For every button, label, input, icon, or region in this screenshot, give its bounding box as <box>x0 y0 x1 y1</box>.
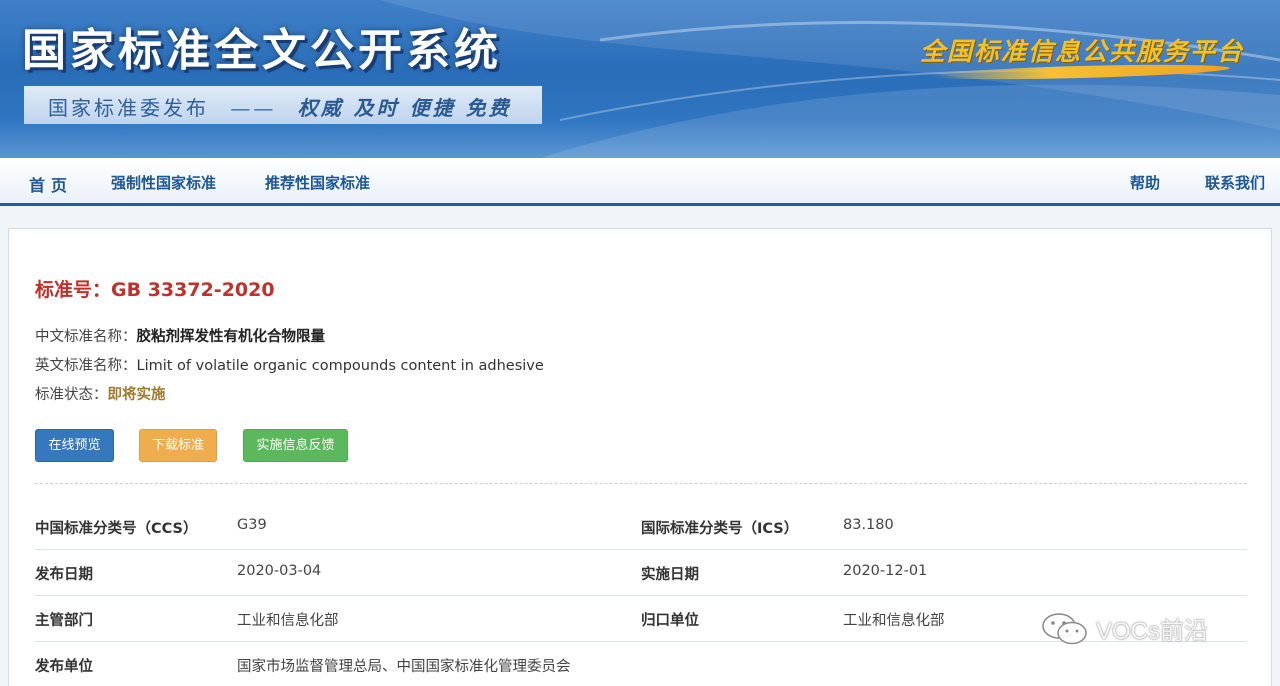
platform-name: 全国标准信息公共服务平台 <box>920 37 1245 66</box>
nav-mandatory-standards[interactable]: 强制性国家标准 <box>111 172 216 193</box>
standard-number-label: 标准号： <box>35 279 112 301</box>
online-preview-button[interactable]: 在线预览 <box>35 429 114 462</box>
slogan-tagline: 权威 及时 便捷 免费 <box>297 96 512 120</box>
cn-name-line: 中文标准名称：胶粘剂挥发性有机化合物限量 <box>35 325 325 346</box>
en-name-label: 英文标准名称： <box>35 358 137 374</box>
en-name-line: 英文标准名称：Limit of volatile organic compoun… <box>35 354 544 375</box>
detail-label: 国际标准分类号（ICS） <box>641 521 799 537</box>
detail-label: 中国标准分类号（CCS） <box>35 521 198 537</box>
detail-value: 2020-03-04 <box>237 563 322 579</box>
detail-row: 中国标准分类号（CCS） G39 国际标准分类号（ICS） 83.180 <box>35 504 1247 550</box>
site-title: 国家标准全文公开系统 <box>22 25 502 76</box>
detail-label: 发布单位 <box>35 659 93 675</box>
watermark: VOCs前沿 <box>1040 611 1208 647</box>
detail-value: 2020-12-01 <box>843 563 928 579</box>
implementation-feedback-button[interactable]: 实施信息反馈 <box>243 429 348 462</box>
standard-number-heading: 标准号：GB 33372-2020 <box>35 275 275 302</box>
detail-row: 发布日期 2020-03-04 实施日期 2020-12-01 <box>35 550 1247 596</box>
site-banner: 国家标准全文公开系统 国家标准委发布 —— 权威 及时 便捷 免费 全国标准信息… <box>0 0 1280 158</box>
status-label: 标准状态： <box>35 387 108 403</box>
status-line: 标准状态：即将实施 <box>35 383 166 404</box>
detail-value: 工业和信息化部 <box>237 613 339 629</box>
detail-value: G39 <box>237 517 267 533</box>
detail-value: 国家市场监督管理总局、中国国家标准化管理委员会 <box>237 659 571 675</box>
slogan: 国家标准委发布 —— 权威 及时 便捷 免费 <box>48 92 512 121</box>
nav-home[interactable]: 首页 <box>29 172 73 196</box>
detail-value: 工业和信息化部 <box>843 613 945 629</box>
watermark-text: VOCs前沿 <box>1096 618 1209 645</box>
detail-value: 83.180 <box>843 517 894 533</box>
detail-row: 发布单位 国家市场监督管理总局、中国国家标准化管理委员会 <box>35 642 1247 686</box>
en-name-value: Limit of volatile organic compounds cont… <box>136 358 544 374</box>
standard-number: GB 33372-2020 <box>111 279 275 301</box>
nav-contact-us[interactable]: 联系我们 <box>1205 172 1265 193</box>
slogan-dash: —— <box>230 96 277 120</box>
section-divider <box>35 483 1247 484</box>
download-standard-button[interactable]: 下载标准 <box>139 429 217 462</box>
wechat-icon <box>1042 612 1087 644</box>
detail-label: 主管部门 <box>35 613 93 629</box>
slogan-box: 国家标准委发布 —— 权威 及时 便捷 免费 <box>24 86 542 124</box>
status-value: 即将实施 <box>107 387 166 403</box>
nav-help[interactable]: 帮助 <box>1130 172 1160 193</box>
detail-label: 实施日期 <box>641 567 699 583</box>
cn-name-label: 中文标准名称： <box>35 329 137 345</box>
nav-recommended-standards[interactable]: 推荐性国家标准 <box>265 172 370 193</box>
detail-label: 归口单位 <box>641 613 699 629</box>
slogan-publisher: 国家标准委发布 <box>48 96 209 120</box>
main-nav: 首页 强制性国家标准 推荐性国家标准 帮助 联系我们 <box>0 158 1280 206</box>
detail-label: 发布日期 <box>35 567 93 583</box>
cn-name-value: 胶粘剂挥发性有机化合物限量 <box>136 329 326 345</box>
